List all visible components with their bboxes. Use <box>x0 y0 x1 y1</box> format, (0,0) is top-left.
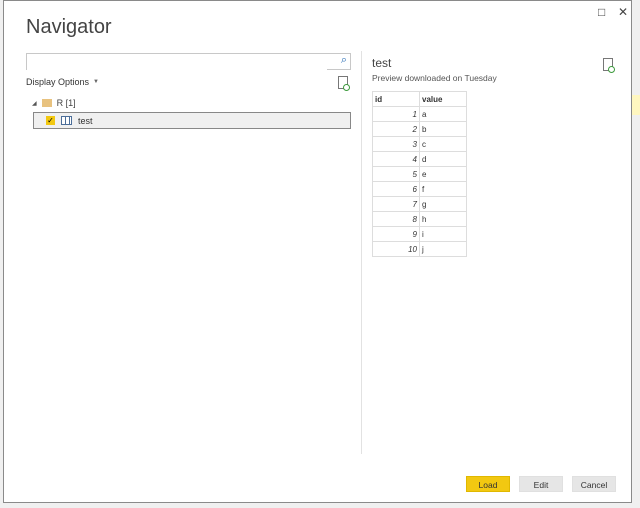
table-row: 8h <box>372 211 467 227</box>
preview-subtitle: Preview downloaded on Tuesday <box>372 73 497 83</box>
refresh-icon[interactable] <box>338 76 350 91</box>
table-row: 3c <box>372 136 467 152</box>
cell-id: 10 <box>372 241 420 257</box>
table-row: 10 j <box>372 241 467 257</box>
load-button[interactable]: Load <box>466 476 510 492</box>
pane-divider <box>361 51 362 454</box>
table-row: 1a <box>372 106 467 122</box>
preview-title: test <box>372 56 392 70</box>
column-header-id: id <box>372 91 420 107</box>
tree-root[interactable]: ◢ R [1] <box>32 98 76 108</box>
cell-value: b <box>419 121 467 137</box>
table-row: 4d <box>372 151 467 167</box>
search-input[interactable] <box>27 56 327 72</box>
table-row: 6f <box>372 181 467 197</box>
cell-id: 1 <box>372 106 420 122</box>
search-box[interactable]: ⌕ <box>26 53 351 72</box>
folder-icon <box>41 99 52 107</box>
checkbox-checked-icon[interactable]: ✓ <box>46 116 55 125</box>
dialog-title: Navigator <box>26 16 112 38</box>
cell-id: 5 <box>372 166 420 182</box>
cancel-button[interactable]: Cancel <box>572 476 616 492</box>
cell-value: f <box>419 181 467 197</box>
cell-id: 2 <box>372 121 420 137</box>
table-row: 9i <box>372 226 467 242</box>
chevron-down-icon: ▼ <box>93 79 99 85</box>
cell-value: e <box>419 166 467 182</box>
edit-button[interactable]: Edit <box>519 476 563 492</box>
navigator-dialog: Navigator □ ✕ ⌕ Display Options ▼ ◢ R [1] … <box>3 0 632 503</box>
preview-table: id value 1 a 2 b 3 c 4 d 5 e 6 f 7 g 8 h 9 i 10 j <box>372 91 467 257</box>
table-row: 2b <box>372 121 467 137</box>
table-row: 7g <box>372 196 467 212</box>
close-icon[interactable]: ✕ <box>618 5 628 19</box>
cell-value: d <box>419 151 467 167</box>
table-row: 5e <box>372 166 467 182</box>
cell-id: 9 <box>372 226 420 242</box>
cell-value: h <box>419 211 467 227</box>
tree-root-label: R [1] <box>56 98 76 108</box>
column-header-value: value <box>419 91 467 107</box>
table-icon <box>61 116 72 125</box>
cell-id: 3 <box>372 136 420 152</box>
maximize-icon[interactable]: □ <box>598 5 605 19</box>
cell-id: 6 <box>372 181 420 197</box>
cell-id: 4 <box>372 151 420 167</box>
tree-item-test[interactable]: ✓ test <box>33 112 351 129</box>
cell-value: j <box>419 241 467 257</box>
preview-refresh-icon[interactable] <box>603 58 615 73</box>
display-options-label: Display Options <box>26 77 90 87</box>
cell-value: g <box>419 196 467 212</box>
background-strip <box>632 95 640 115</box>
cell-id: 8 <box>372 211 420 227</box>
display-options-button[interactable]: Display Options ▼ <box>26 77 99 87</box>
cell-value: c <box>419 136 467 152</box>
cell-value: i <box>419 226 467 242</box>
expand-icon[interactable]: ◢ <box>32 100 37 107</box>
search-icon[interactable]: ⌕ <box>341 54 347 67</box>
tree-item-label: test <box>78 115 93 126</box>
cell-id: 7 <box>372 196 420 212</box>
cell-value: a <box>419 106 467 122</box>
